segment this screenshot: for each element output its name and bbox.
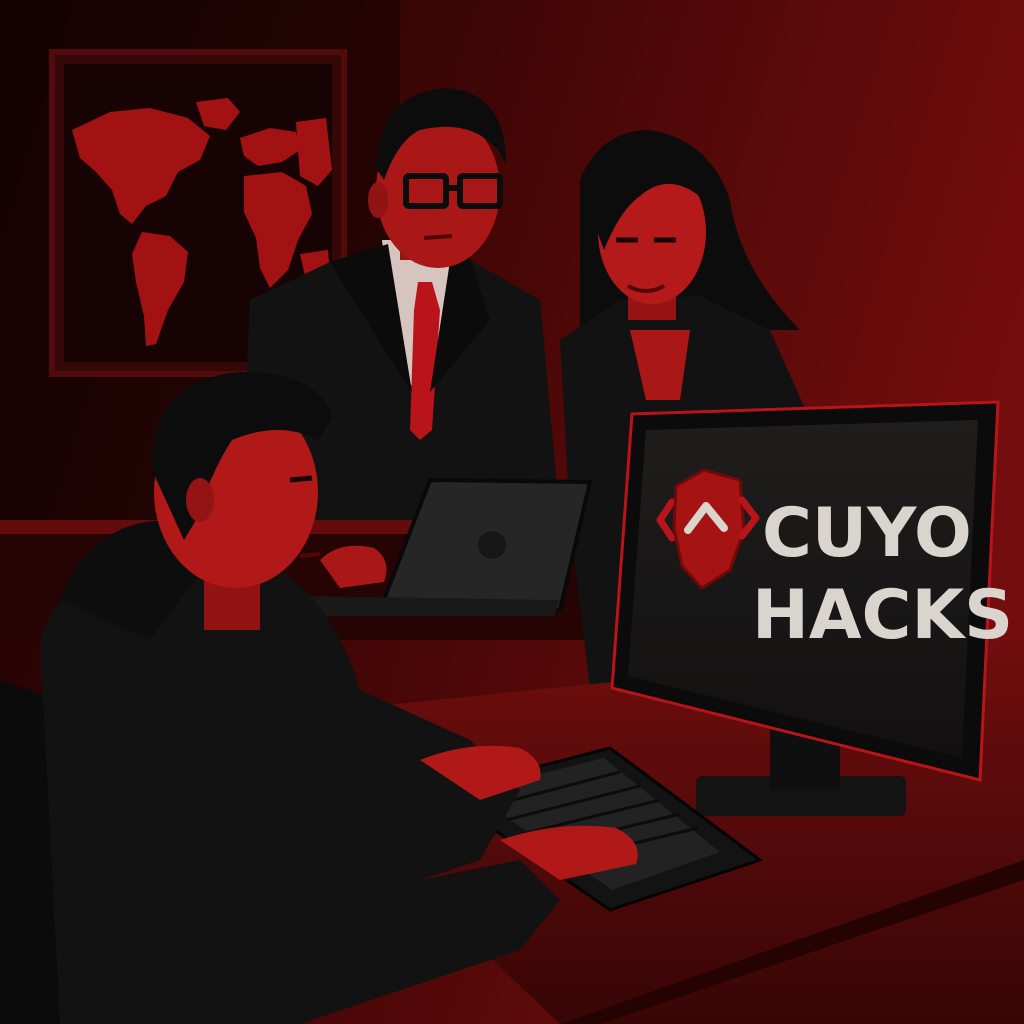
illustration-scene: CUYO HACKS	[0, 0, 1024, 1024]
vignette	[0, 0, 1024, 1024]
